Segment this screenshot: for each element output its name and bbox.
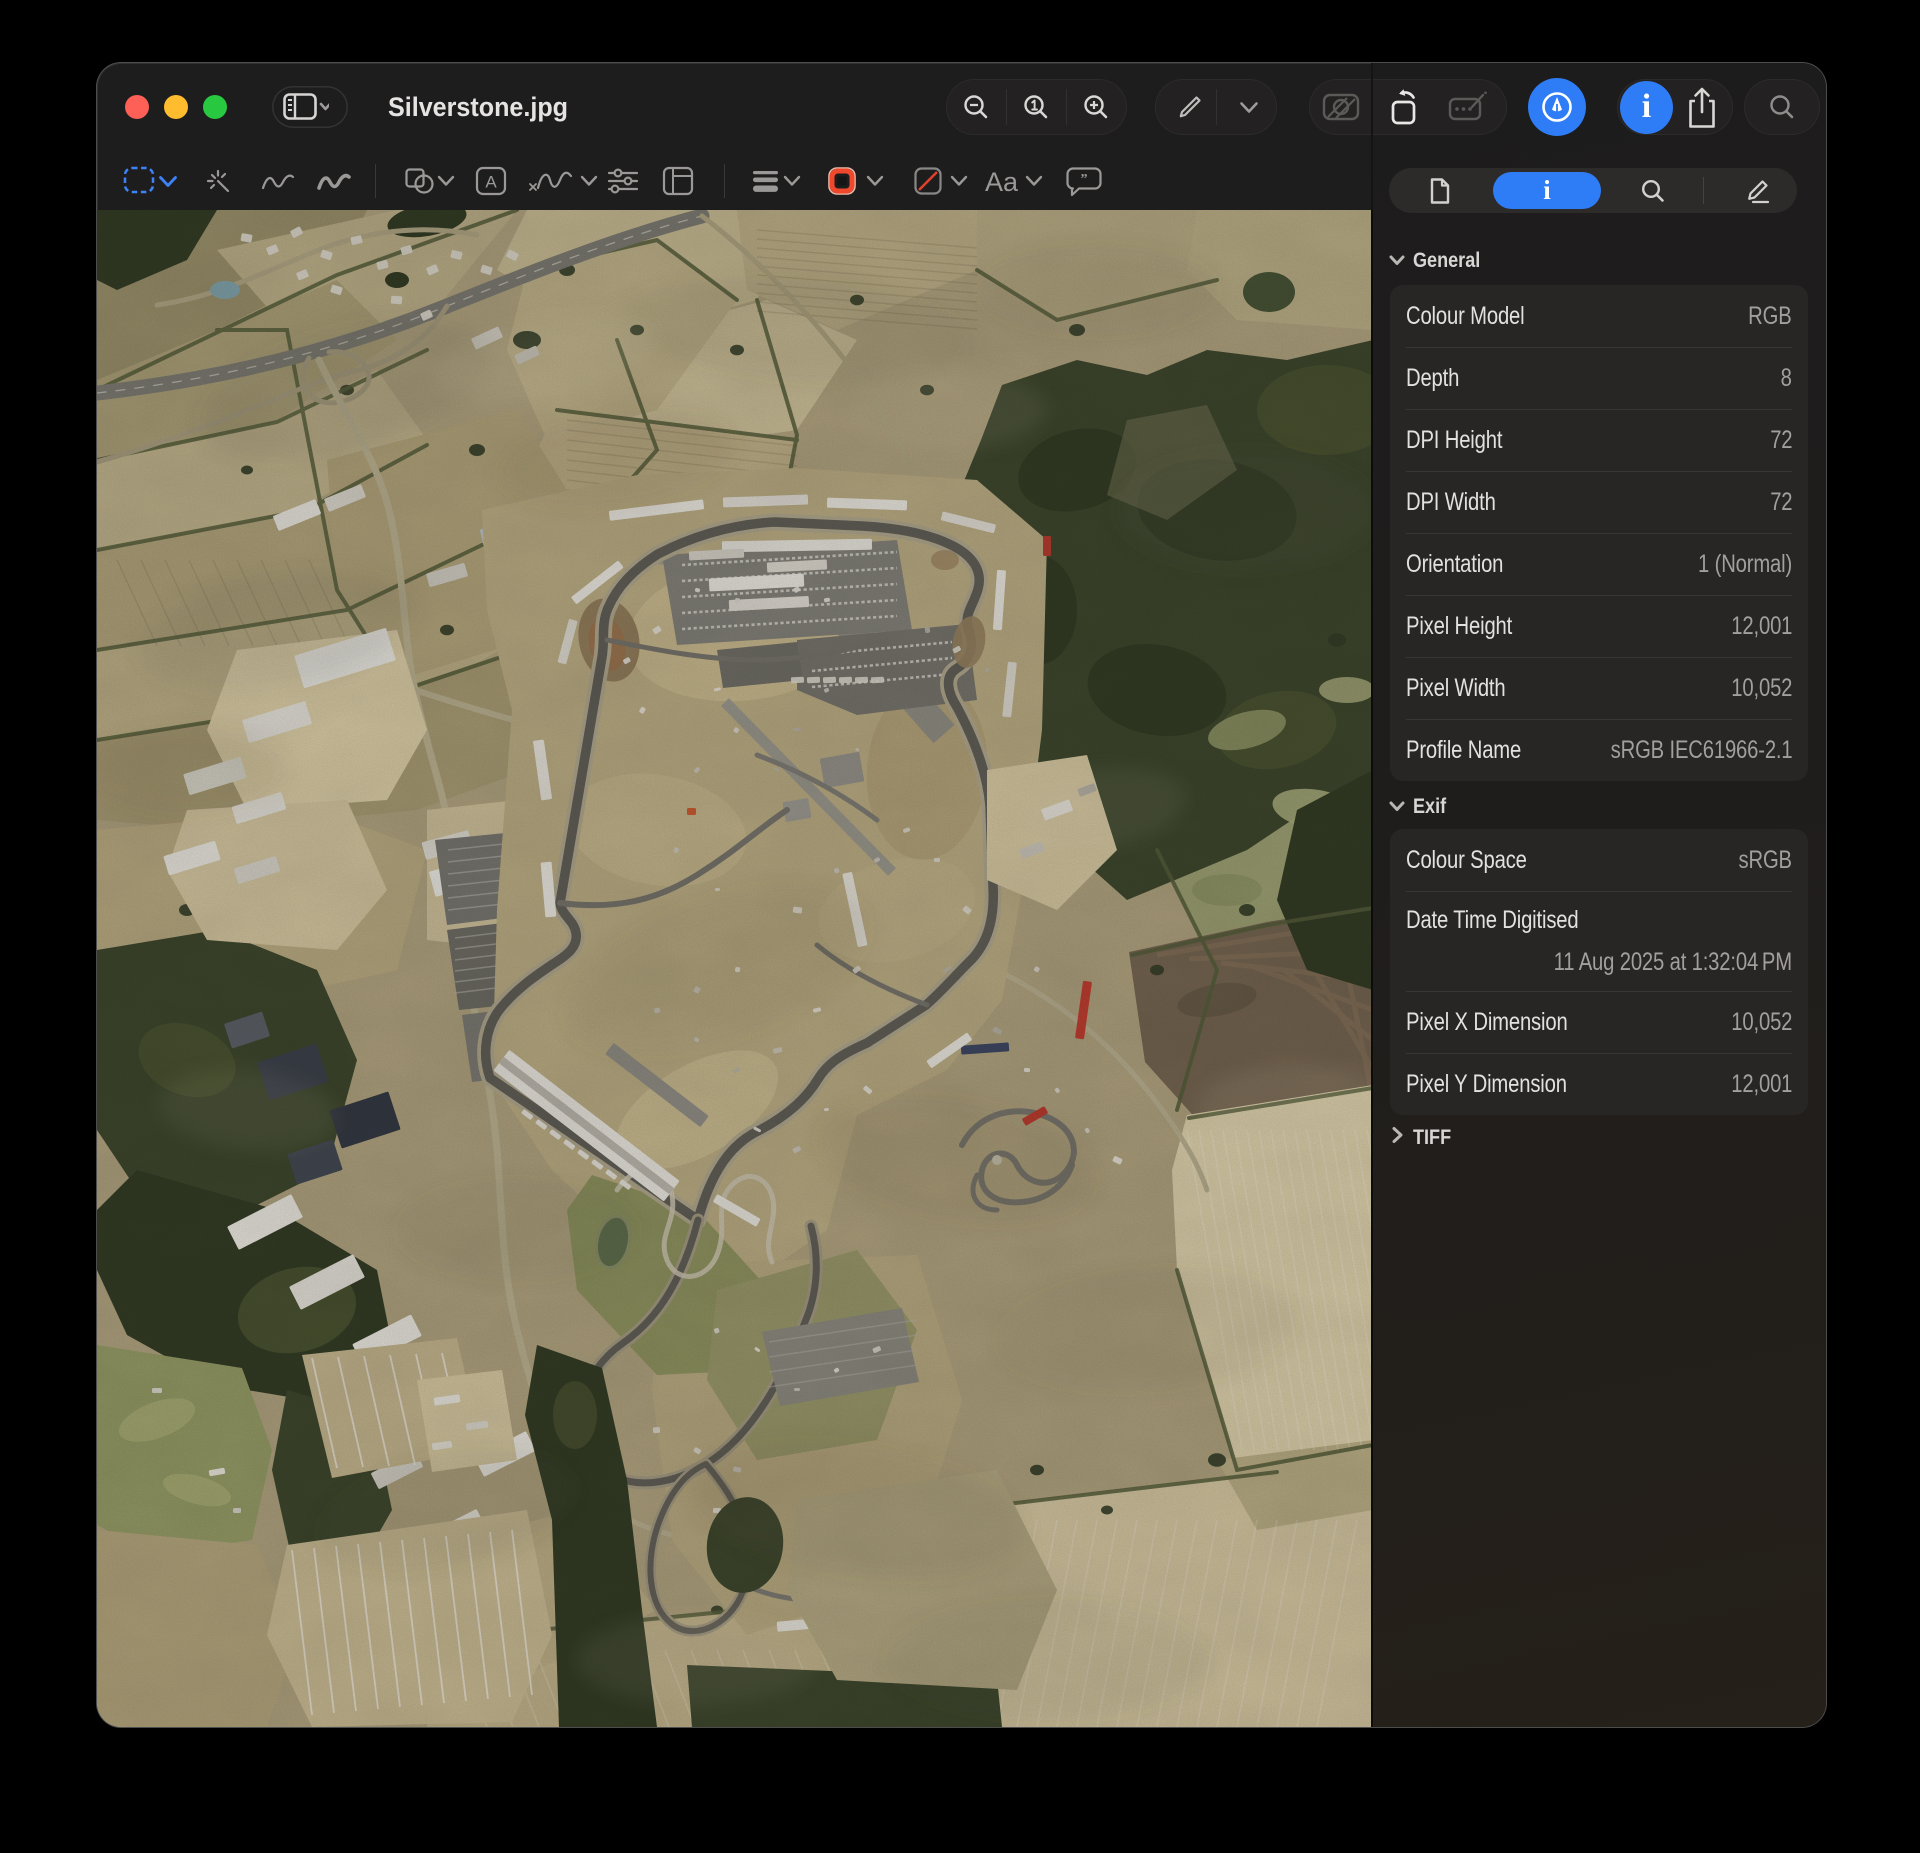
svg-text:”: ”: [1081, 172, 1088, 187]
svg-text:A: A: [485, 173, 497, 192]
